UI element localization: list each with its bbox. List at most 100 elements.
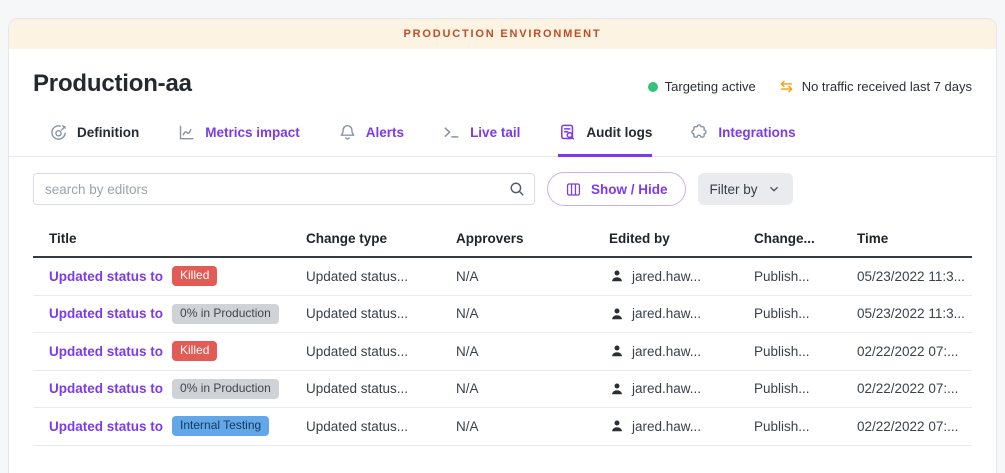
edited-by-name: jared.haw... <box>632 344 701 359</box>
person-icon <box>609 418 625 434</box>
target-edit-icon <box>49 123 68 142</box>
tab-alerts[interactable]: Alerts <box>338 123 404 157</box>
terminal-icon <box>442 123 461 142</box>
table-row: Updated status to0% in ProductionUpdated… <box>33 371 972 409</box>
table-row: Updated status to0% in ProductionUpdated… <box>33 296 972 334</box>
edited-by-name: jared.haw... <box>632 419 701 434</box>
person-icon <box>609 306 625 322</box>
cell-change: Publish... <box>754 306 857 321</box>
line-chart-icon <box>177 123 196 142</box>
chevron-down-icon <box>767 182 781 196</box>
cell-edited-by: jared.haw... <box>609 306 754 322</box>
show-hide-button[interactable]: Show / Hide <box>547 172 686 206</box>
page-title: Production-aa <box>33 69 192 99</box>
search-icon <box>508 180 526 198</box>
search-input[interactable] <box>33 173 535 205</box>
table-body: Updated status to Killed Updated status...… <box>33 258 972 446</box>
environment-card: PRODUCTION ENVIRONMENT Production-aa Tar… <box>8 18 997 473</box>
person-icon <box>609 268 625 284</box>
cell-edited-by: jared.haw... <box>609 268 754 284</box>
status-group: Targeting active No traffic received las… <box>648 78 972 99</box>
cell-edited-by: jared.haw... <box>609 381 754 397</box>
cell-change: Publish... <box>754 419 857 434</box>
table-row: Updated status toInternal TestingUpdated… <box>33 408 972 446</box>
toolbar: Show / Hide Filter by <box>9 157 996 218</box>
status-badge: Internal Testing <box>172 416 269 436</box>
doc-search-icon <box>558 123 577 142</box>
person-icon <box>609 381 625 397</box>
cell-approvers: N/A <box>456 269 609 284</box>
cell-change-type: Updated status... <box>306 381 456 396</box>
tab-label: Live tail <box>470 125 520 140</box>
traffic-status-label: No traffic received last 7 days <box>802 79 972 94</box>
cell-title: Updated status to Killed <box>33 266 306 286</box>
tabs: Definition Metrics impact Alerts Live tail A… <box>9 123 996 157</box>
column-header-change: Change... <box>754 231 857 246</box>
tab-audit-logs[interactable]: Audit logs <box>558 123 652 157</box>
audit-log-table: TitleChange typeApproversEdited byChange… <box>33 220 972 446</box>
cell-change: Publish... <box>754 269 857 284</box>
search-box <box>33 173 535 205</box>
cell-time: 02/22/2022 07:... <box>857 419 972 434</box>
edited-by-name: jared.haw... <box>632 269 701 284</box>
row-title-link[interactable]: Updated status to <box>49 381 163 396</box>
cell-title: Updated status to 0% in Production <box>33 379 306 399</box>
cell-time: 02/22/2022 07:... <box>857 381 972 396</box>
cell-approvers: N/A <box>456 344 609 359</box>
status-badge: 0% in Production <box>172 304 279 324</box>
columns-icon <box>565 181 582 198</box>
targeting-status: Targeting active <box>648 79 756 94</box>
cell-edited-by: jared.haw... <box>609 343 754 359</box>
person-icon <box>609 343 625 359</box>
environment-banner-label: PRODUCTION ENVIRONMENT <box>404 28 602 40</box>
column-header-edited-by: Edited by <box>609 231 754 246</box>
row-title-link[interactable]: Updated status to <box>49 269 163 284</box>
puzzle-icon <box>690 123 709 142</box>
tab-definition[interactable]: Definition <box>49 123 139 157</box>
cell-change-type: Updated status... <box>306 419 456 434</box>
row-title-link[interactable]: Updated status to <box>49 419 163 434</box>
cell-change-type: Updated status... <box>306 344 456 359</box>
filter-by-dropdown[interactable]: Filter by <box>698 173 793 205</box>
tab-label: Alerts <box>366 125 404 140</box>
traffic-status: No traffic received last 7 days <box>778 78 972 95</box>
column-header-time: Time <box>857 231 972 246</box>
swap-arrows-icon <box>778 78 795 95</box>
cell-change-type: Updated status... <box>306 306 456 321</box>
filter-by-label: Filter by <box>710 182 758 197</box>
cell-approvers: N/A <box>456 306 609 321</box>
cell-change: Publish... <box>754 344 857 359</box>
tab-label: Audit logs <box>586 125 652 140</box>
column-header-change-type: Change type <box>306 231 456 246</box>
cell-approvers: N/A <box>456 381 609 396</box>
status-badge: 0% in Production <box>172 379 279 399</box>
tab-label: Definition <box>77 125 139 140</box>
show-hide-label: Show / Hide <box>591 182 668 197</box>
tab-live-tail[interactable]: Live tail <box>442 123 520 157</box>
targeting-status-label: Targeting active <box>665 79 756 94</box>
tab-label: Metrics impact <box>205 125 300 140</box>
tab-metrics-impact[interactable]: Metrics impact <box>177 123 300 157</box>
cell-title: Updated status to Killed <box>33 341 306 361</box>
cell-change: Publish... <box>754 381 857 396</box>
cell-time: 02/22/2022 07:... <box>857 344 972 359</box>
page-header: Production-aa Targeting active No traffi… <box>9 49 996 99</box>
column-header-approvers: Approvers <box>456 231 609 246</box>
row-title-link[interactable]: Updated status to <box>49 344 163 359</box>
row-title-link[interactable]: Updated status to <box>49 306 163 321</box>
tab-integrations[interactable]: Integrations <box>690 123 795 157</box>
cell-change-type: Updated status... <box>306 269 456 284</box>
table-row: Updated status to Killed Updated status...… <box>33 258 972 296</box>
column-header-title: Title <box>33 231 306 246</box>
cell-edited-by: jared.haw... <box>609 418 754 434</box>
green-dot-icon <box>648 82 658 92</box>
table-header: TitleChange typeApproversEdited byChange… <box>33 220 972 258</box>
status-badge: Killed <box>172 341 217 361</box>
status-badge: Killed <box>172 266 217 286</box>
cell-title: Updated status to 0% in Production <box>33 304 306 324</box>
cell-time: 05/23/2022 11:3... <box>857 269 972 284</box>
edited-by-name: jared.haw... <box>632 381 701 396</box>
table-row: Updated status to Killed Updated status...… <box>33 333 972 371</box>
cell-title: Updated status to Internal Testing <box>33 416 306 436</box>
tab-label: Integrations <box>718 125 795 140</box>
